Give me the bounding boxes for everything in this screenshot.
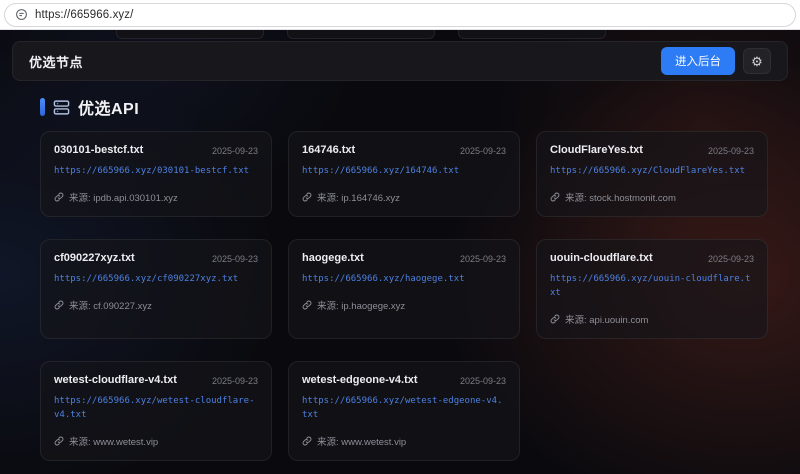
file-source: 来源: ip.164746.xyz — [302, 190, 506, 204]
source-text: 来源: ip.164746.xyz — [317, 190, 400, 204]
source-text: 来源: www.wetest.vip — [317, 434, 406, 448]
card-header: wetest-cloudflare-v4.txt 2025-09-23 — [54, 374, 258, 386]
file-card: 030101-bestcf.txt 2025-09-23 https://665… — [40, 131, 272, 217]
file-name: cf090227xyz.txt — [54, 252, 135, 264]
link-icon — [302, 300, 312, 310]
file-name: wetest-edgeone-v4.txt — [302, 374, 418, 386]
file-date: 2025-09-23 — [460, 376, 506, 386]
file-name: 030101-bestcf.txt — [54, 144, 143, 156]
link-icon — [54, 192, 64, 202]
file-source: 来源: www.wetest.vip — [54, 434, 258, 448]
browser-address-bar: https://665966.xyz/ — [0, 0, 800, 30]
card-header: haogege.txt 2025-09-23 — [302, 252, 506, 264]
file-date: 2025-09-23 — [708, 146, 754, 156]
file-card: wetest-cloudflare-v4.txt 2025-09-23 http… — [40, 361, 272, 461]
link-icon — [550, 314, 560, 324]
page-header: 优选节点 进入后台 ⚙ — [12, 41, 788, 81]
source-text: 来源: api.uouin.com — [565, 312, 648, 326]
header-actions: 进入后台 ⚙ — [661, 47, 771, 75]
file-name: CloudFlareYes.txt — [550, 144, 643, 156]
file-name: 164746.txt — [302, 144, 355, 156]
settings-button[interactable]: ⚙ — [743, 48, 771, 74]
file-name: wetest-cloudflare-v4.txt — [54, 374, 177, 386]
link-icon — [302, 192, 312, 202]
card-header: uouin-cloudflare.txt 2025-09-23 — [550, 252, 754, 264]
server-icon — [53, 99, 70, 116]
card-header: wetest-edgeone-v4.txt 2025-09-23 — [302, 374, 506, 386]
file-link[interactable]: https://665966.xyz/164746.txt — [302, 165, 506, 179]
card-header: 164746.txt 2025-09-23 — [302, 144, 506, 156]
file-link[interactable]: https://665966.xyz/cf090227xyz.txt — [54, 273, 258, 287]
file-source: 来源: api.uouin.com — [550, 312, 754, 326]
source-text: 来源: ipdb.api.030101.xyz — [69, 190, 178, 204]
link-icon — [550, 192, 560, 202]
file-card: CloudFlareYes.txt 2025-09-23 https://665… — [536, 131, 768, 217]
page-content: 优选节点 进入后台 ⚙ 优选API 030101-bestcf.txt 2025… — [0, 30, 800, 474]
source-text: 来源: stock.hostmonit.com — [565, 190, 676, 204]
file-date: 2025-09-23 — [212, 146, 258, 156]
page-title: 优选节点 — [29, 52, 83, 71]
file-card: wetest-edgeone-v4.txt 2025-09-23 https:/… — [288, 361, 520, 461]
source-text: 来源: ip.haogege.xyz — [317, 298, 405, 312]
url-text[interactable]: https://665966.xyz/ — [35, 9, 133, 21]
site-info-icon[interactable] — [15, 8, 28, 21]
source-text: 来源: www.wetest.vip — [69, 434, 158, 448]
file-date: 2025-09-23 — [212, 376, 258, 386]
accent-bar — [40, 98, 45, 116]
file-date: 2025-09-23 — [460, 146, 506, 156]
file-source: 来源: stock.hostmonit.com — [550, 190, 754, 204]
link-icon — [54, 300, 64, 310]
file-source: 来源: cf.090227.xyz — [54, 298, 258, 312]
card-header: 030101-bestcf.txt 2025-09-23 — [54, 144, 258, 156]
file-link[interactable]: https://665966.xyz/CloudFlareYes.txt — [550, 165, 754, 179]
file-name: haogege.txt — [302, 252, 364, 264]
file-card: uouin-cloudflare.txt 2025-09-23 https://… — [536, 239, 768, 339]
file-name: uouin-cloudflare.txt — [550, 252, 653, 264]
partial-card — [287, 30, 435, 39]
file-source: 来源: ipdb.api.030101.xyz — [54, 190, 258, 204]
file-link[interactable]: https://665966.xyz/wetest-cloudflare-v4.… — [54, 395, 258, 423]
card-header: cf090227xyz.txt 2025-09-23 — [54, 252, 258, 264]
file-link[interactable]: https://665966.xyz/030101-bestcf.txt — [54, 165, 258, 179]
file-link[interactable]: https://665966.xyz/uouin-cloudflare.txt — [550, 273, 754, 301]
file-source: 来源: ip.haogege.xyz — [302, 298, 506, 312]
card-grid: 030101-bestcf.txt 2025-09-23 https://665… — [40, 131, 768, 461]
file-link[interactable]: https://665966.xyz/wetest-edgeone-v4.txt — [302, 395, 506, 423]
file-source: 来源: www.wetest.vip — [302, 434, 506, 448]
file-card: cf090227xyz.txt 2025-09-23 https://66596… — [40, 239, 272, 339]
section-title: 优选API — [78, 95, 139, 119]
file-card: 164746.txt 2025-09-23 https://665966.xyz… — [288, 131, 520, 217]
file-card: haogege.txt 2025-09-23 https://665966.xy… — [288, 239, 520, 339]
partial-card — [458, 30, 606, 39]
source-text: 来源: cf.090227.xyz — [69, 298, 152, 312]
section-heading: 优选API — [40, 95, 800, 119]
gear-icon: ⚙ — [751, 55, 763, 68]
file-date: 2025-09-23 — [708, 254, 754, 264]
url-field[interactable]: https://665966.xyz/ — [4, 3, 796, 27]
card-header: CloudFlareYes.txt 2025-09-23 — [550, 144, 754, 156]
file-link[interactable]: https://665966.xyz/haogege.txt — [302, 273, 506, 287]
admin-button[interactable]: 进入后台 — [661, 47, 735, 75]
partial-card — [116, 30, 264, 39]
link-icon — [302, 436, 312, 446]
file-date: 2025-09-23 — [212, 254, 258, 264]
file-date: 2025-09-23 — [460, 254, 506, 264]
link-icon — [54, 436, 64, 446]
